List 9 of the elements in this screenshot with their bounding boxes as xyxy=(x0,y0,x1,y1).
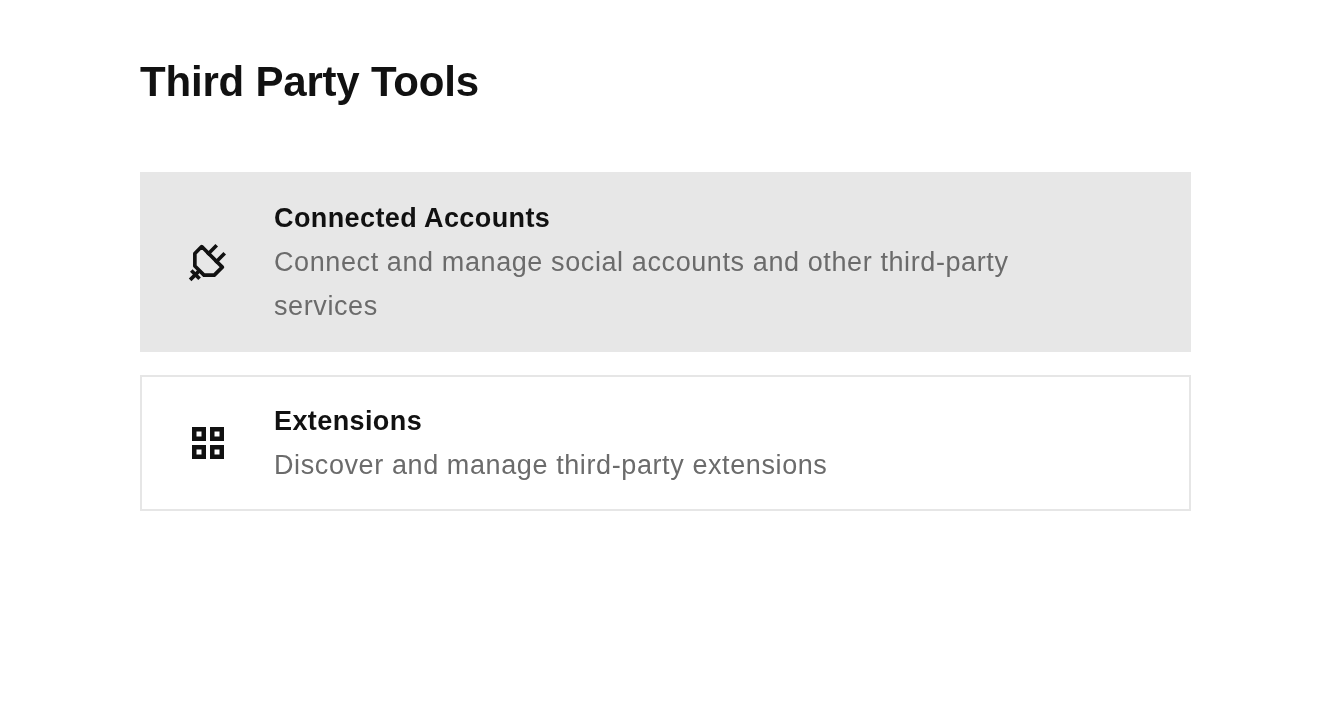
grid-icon xyxy=(192,427,224,459)
page-title: Third Party Tools xyxy=(140,58,479,106)
plug-icon xyxy=(188,242,228,282)
card-description: Connect and manage social accounts and other third-party services xyxy=(274,246,1010,323)
settings-link-card[interactable]: Connected Accounts Connect and manage social accounts and other third-party services xyxy=(140,172,1191,352)
card-title: Connected Accounts xyxy=(274,202,551,235)
card-description: Discover and manage third-party extensions xyxy=(274,449,828,482)
settings-link-card[interactable]: Extensions Discover and manage third-party extensions xyxy=(140,375,1191,511)
card-title: Extensions xyxy=(274,405,423,438)
